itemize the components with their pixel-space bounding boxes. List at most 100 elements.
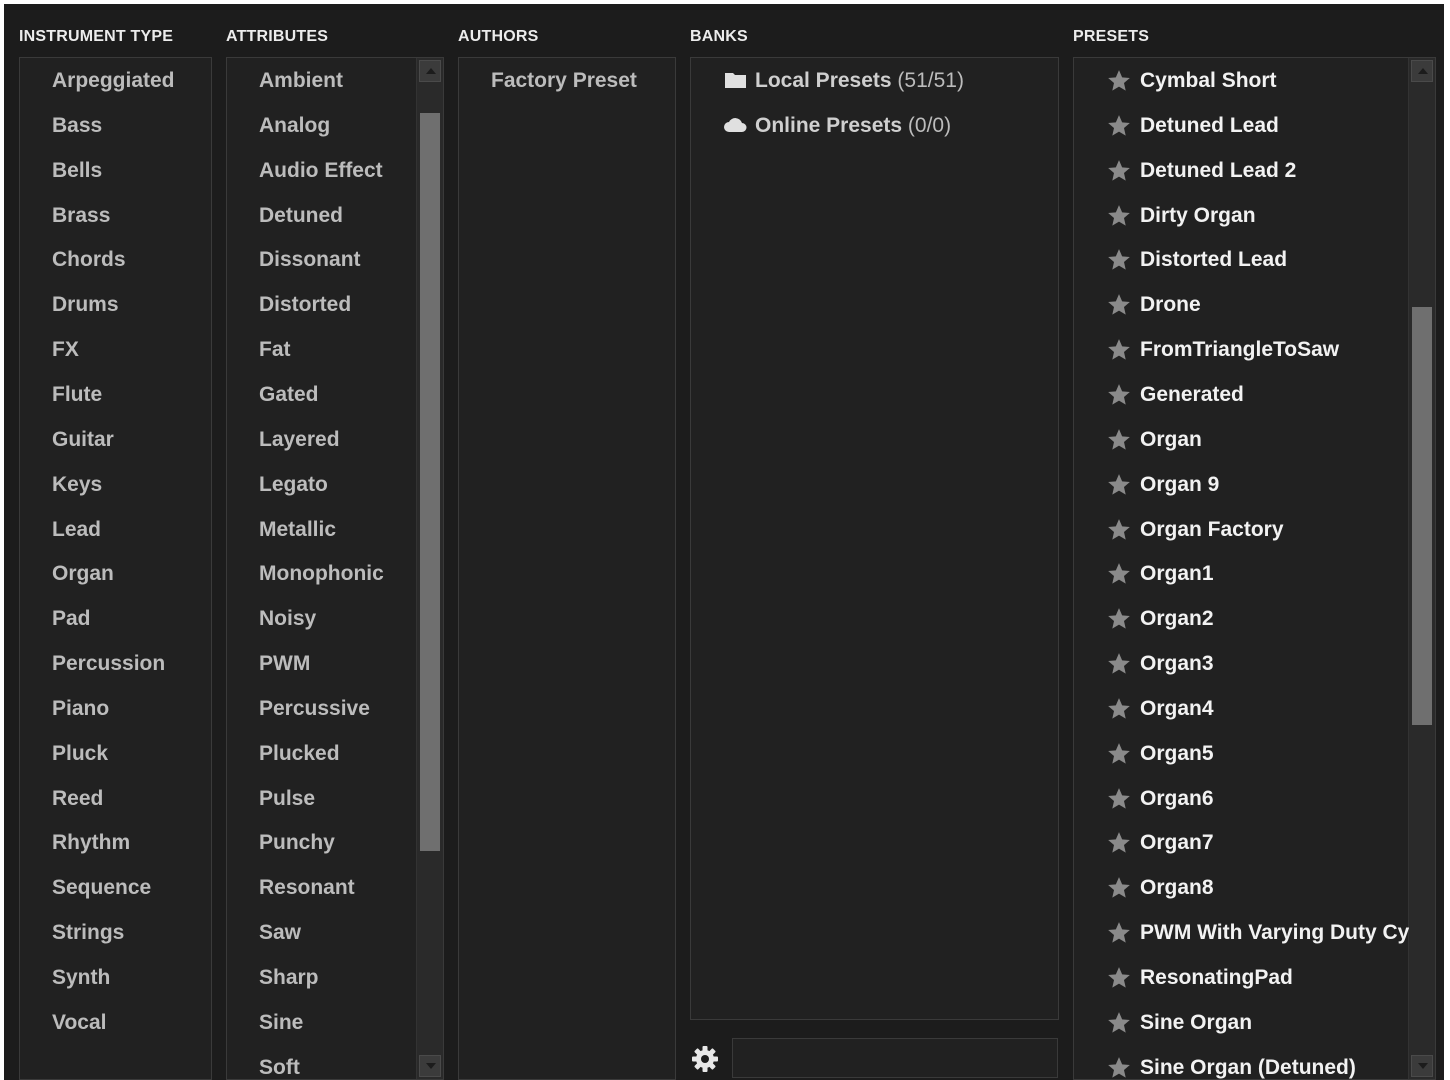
attribute-item[interactable]: Analog	[227, 103, 443, 148]
attribute-item[interactable]: Legato	[227, 462, 443, 507]
instrument-type-item[interactable]: Percussion	[20, 641, 211, 686]
star-icon[interactable]	[1106, 830, 1132, 856]
attribute-item[interactable]: Layered	[227, 417, 443, 462]
attribute-item[interactable]: Detuned	[227, 193, 443, 238]
preset-item[interactable]: Organ5	[1074, 731, 1409, 776]
attribute-item[interactable]: Noisy	[227, 596, 443, 641]
star-icon[interactable]	[1106, 382, 1132, 408]
star-icon[interactable]	[1106, 1055, 1132, 1080]
instrument-type-item[interactable]: Keys	[20, 462, 211, 507]
instrument-type-item[interactable]: Lead	[20, 507, 211, 552]
attribute-item[interactable]: PWM	[227, 641, 443, 686]
preset-item[interactable]: Organ3	[1074, 641, 1409, 686]
instrument-type-item[interactable]: Vocal	[20, 1000, 211, 1045]
attribute-item[interactable]: Pulse	[227, 776, 443, 821]
star-icon[interactable]	[1106, 158, 1132, 184]
preset-item[interactable]: Generated	[1074, 372, 1409, 417]
attribute-item[interactable]: Saw	[227, 910, 443, 955]
preset-item[interactable]: Organ Factory	[1074, 507, 1409, 552]
star-icon[interactable]	[1106, 606, 1132, 632]
star-icon[interactable]	[1106, 1010, 1132, 1036]
attribute-item[interactable]: Ambient	[227, 58, 443, 103]
preset-item[interactable]: Organ7	[1074, 820, 1409, 865]
instrument-type-item[interactable]: Sequence	[20, 865, 211, 910]
instrument-type-item[interactable]: Reed	[20, 776, 211, 821]
star-icon[interactable]	[1106, 472, 1132, 498]
instrument-type-item[interactable]: Brass	[20, 193, 211, 238]
attribute-item[interactable]: Dissonant	[227, 237, 443, 282]
instrument-type-item[interactable]: Flute	[20, 372, 211, 417]
attribute-item[interactable]: Sharp	[227, 955, 443, 1000]
star-icon[interactable]	[1106, 920, 1132, 946]
preset-item[interactable]: Organ	[1074, 417, 1409, 462]
attribute-item[interactable]: Plucked	[227, 731, 443, 776]
instrument-type-item[interactable]: Chords	[20, 237, 211, 282]
star-icon[interactable]	[1106, 561, 1132, 587]
preset-item[interactable]: Sine Organ (Detuned)	[1074, 1045, 1409, 1080]
instrument-type-item[interactable]: Strings	[20, 910, 211, 955]
star-icon[interactable]	[1106, 696, 1132, 722]
preset-item[interactable]: Drone	[1074, 282, 1409, 327]
attribute-item[interactable]: Sine	[227, 1000, 443, 1045]
attribute-item[interactable]: Metallic	[227, 507, 443, 552]
presets-scroll-down-button[interactable]	[1411, 1055, 1433, 1077]
attribute-item[interactable]: Monophonic	[227, 551, 443, 596]
presets-scroll-up-button[interactable]	[1411, 60, 1433, 82]
attribute-item[interactable]: Punchy	[227, 820, 443, 865]
preset-item[interactable]: FromTriangleToSaw	[1074, 327, 1409, 372]
attribute-item[interactable]: Fat	[227, 327, 443, 372]
star-icon[interactable]	[1106, 337, 1132, 363]
star-icon[interactable]	[1106, 741, 1132, 767]
search-input[interactable]	[732, 1038, 1058, 1078]
bank-item[interactable]: Local Presets (51/51)	[691, 58, 1058, 103]
star-icon[interactable]	[1106, 113, 1132, 139]
preset-item[interactable]: Cymbal Short	[1074, 58, 1409, 103]
attribute-item[interactable]: Resonant	[227, 865, 443, 910]
instrument-type-item[interactable]: Organ	[20, 551, 211, 596]
star-icon[interactable]	[1106, 651, 1132, 677]
instrument-type-item[interactable]: Guitar	[20, 417, 211, 462]
preset-item[interactable]: Organ4	[1074, 686, 1409, 731]
preset-item[interactable]: ResonatingPad	[1074, 955, 1409, 1000]
instrument-type-item[interactable]: Pluck	[20, 731, 211, 776]
star-icon[interactable]	[1106, 292, 1132, 318]
preset-item[interactable]: Organ6	[1074, 776, 1409, 821]
instrument-type-item[interactable]: Bells	[20, 148, 211, 193]
preset-item[interactable]: Detuned Lead 2	[1074, 148, 1409, 193]
preset-item[interactable]: Organ 9	[1074, 462, 1409, 507]
presets-list[interactable]: Cymbal Short Detuned Lead Detuned Lead 2 Di…	[1073, 57, 1436, 1080]
preset-item[interactable]: Organ1	[1074, 551, 1409, 596]
preset-item[interactable]: Organ8	[1074, 865, 1409, 910]
attributes-list[interactable]: Ambient Analog Audio Effect Detuned Dissonan…	[226, 57, 444, 1080]
attribute-item[interactable]: Audio Effect	[227, 148, 443, 193]
instrument-type-item[interactable]: Pad	[20, 596, 211, 641]
preset-item[interactable]: Organ2	[1074, 596, 1409, 641]
star-icon[interactable]	[1106, 875, 1132, 901]
preset-item[interactable]: Dirty Organ	[1074, 193, 1409, 238]
instrument-type-item[interactable]: Piano	[20, 686, 211, 731]
instrument-type-item[interactable]: Rhythm	[20, 820, 211, 865]
banks-list[interactable]: Local Presets (51/51) Online Presets (0/0…	[690, 57, 1059, 1020]
authors-list[interactable]: Factory Preset	[458, 57, 676, 1080]
star-icon[interactable]	[1106, 786, 1132, 812]
star-icon[interactable]	[1106, 427, 1132, 453]
star-icon[interactable]	[1106, 247, 1132, 273]
star-icon[interactable]	[1106, 203, 1132, 229]
gear-icon[interactable]	[690, 1044, 720, 1074]
presets-scrollbar[interactable]	[1408, 58, 1435, 1079]
preset-item[interactable]: PWM With Varying Duty Cycle	[1074, 910, 1409, 955]
bank-item[interactable]: Online Presets (0/0)	[691, 103, 1058, 148]
instrument-type-item[interactable]: Synth	[20, 955, 211, 1000]
attribute-item[interactable]: Distorted	[227, 282, 443, 327]
presets-scroll-thumb[interactable]	[1412, 307, 1432, 725]
instrument-type-item[interactable]: FX	[20, 327, 211, 372]
attribute-item[interactable]: Percussive	[227, 686, 443, 731]
instrument-type-item[interactable]: Bass	[20, 103, 211, 148]
instrument-type-item[interactable]: Arpeggiated	[20, 58, 211, 103]
star-icon[interactable]	[1106, 68, 1132, 94]
preset-item[interactable]: Detuned Lead	[1074, 103, 1409, 148]
attribute-item[interactable]: Soft	[227, 1045, 443, 1079]
instrument-type-list[interactable]: Arpeggiated Bass Bells Brass Chords Drums FX Fl…	[19, 57, 212, 1080]
author-item[interactable]: Factory Preset	[459, 58, 675, 103]
attribute-item[interactable]: Gated	[227, 372, 443, 417]
